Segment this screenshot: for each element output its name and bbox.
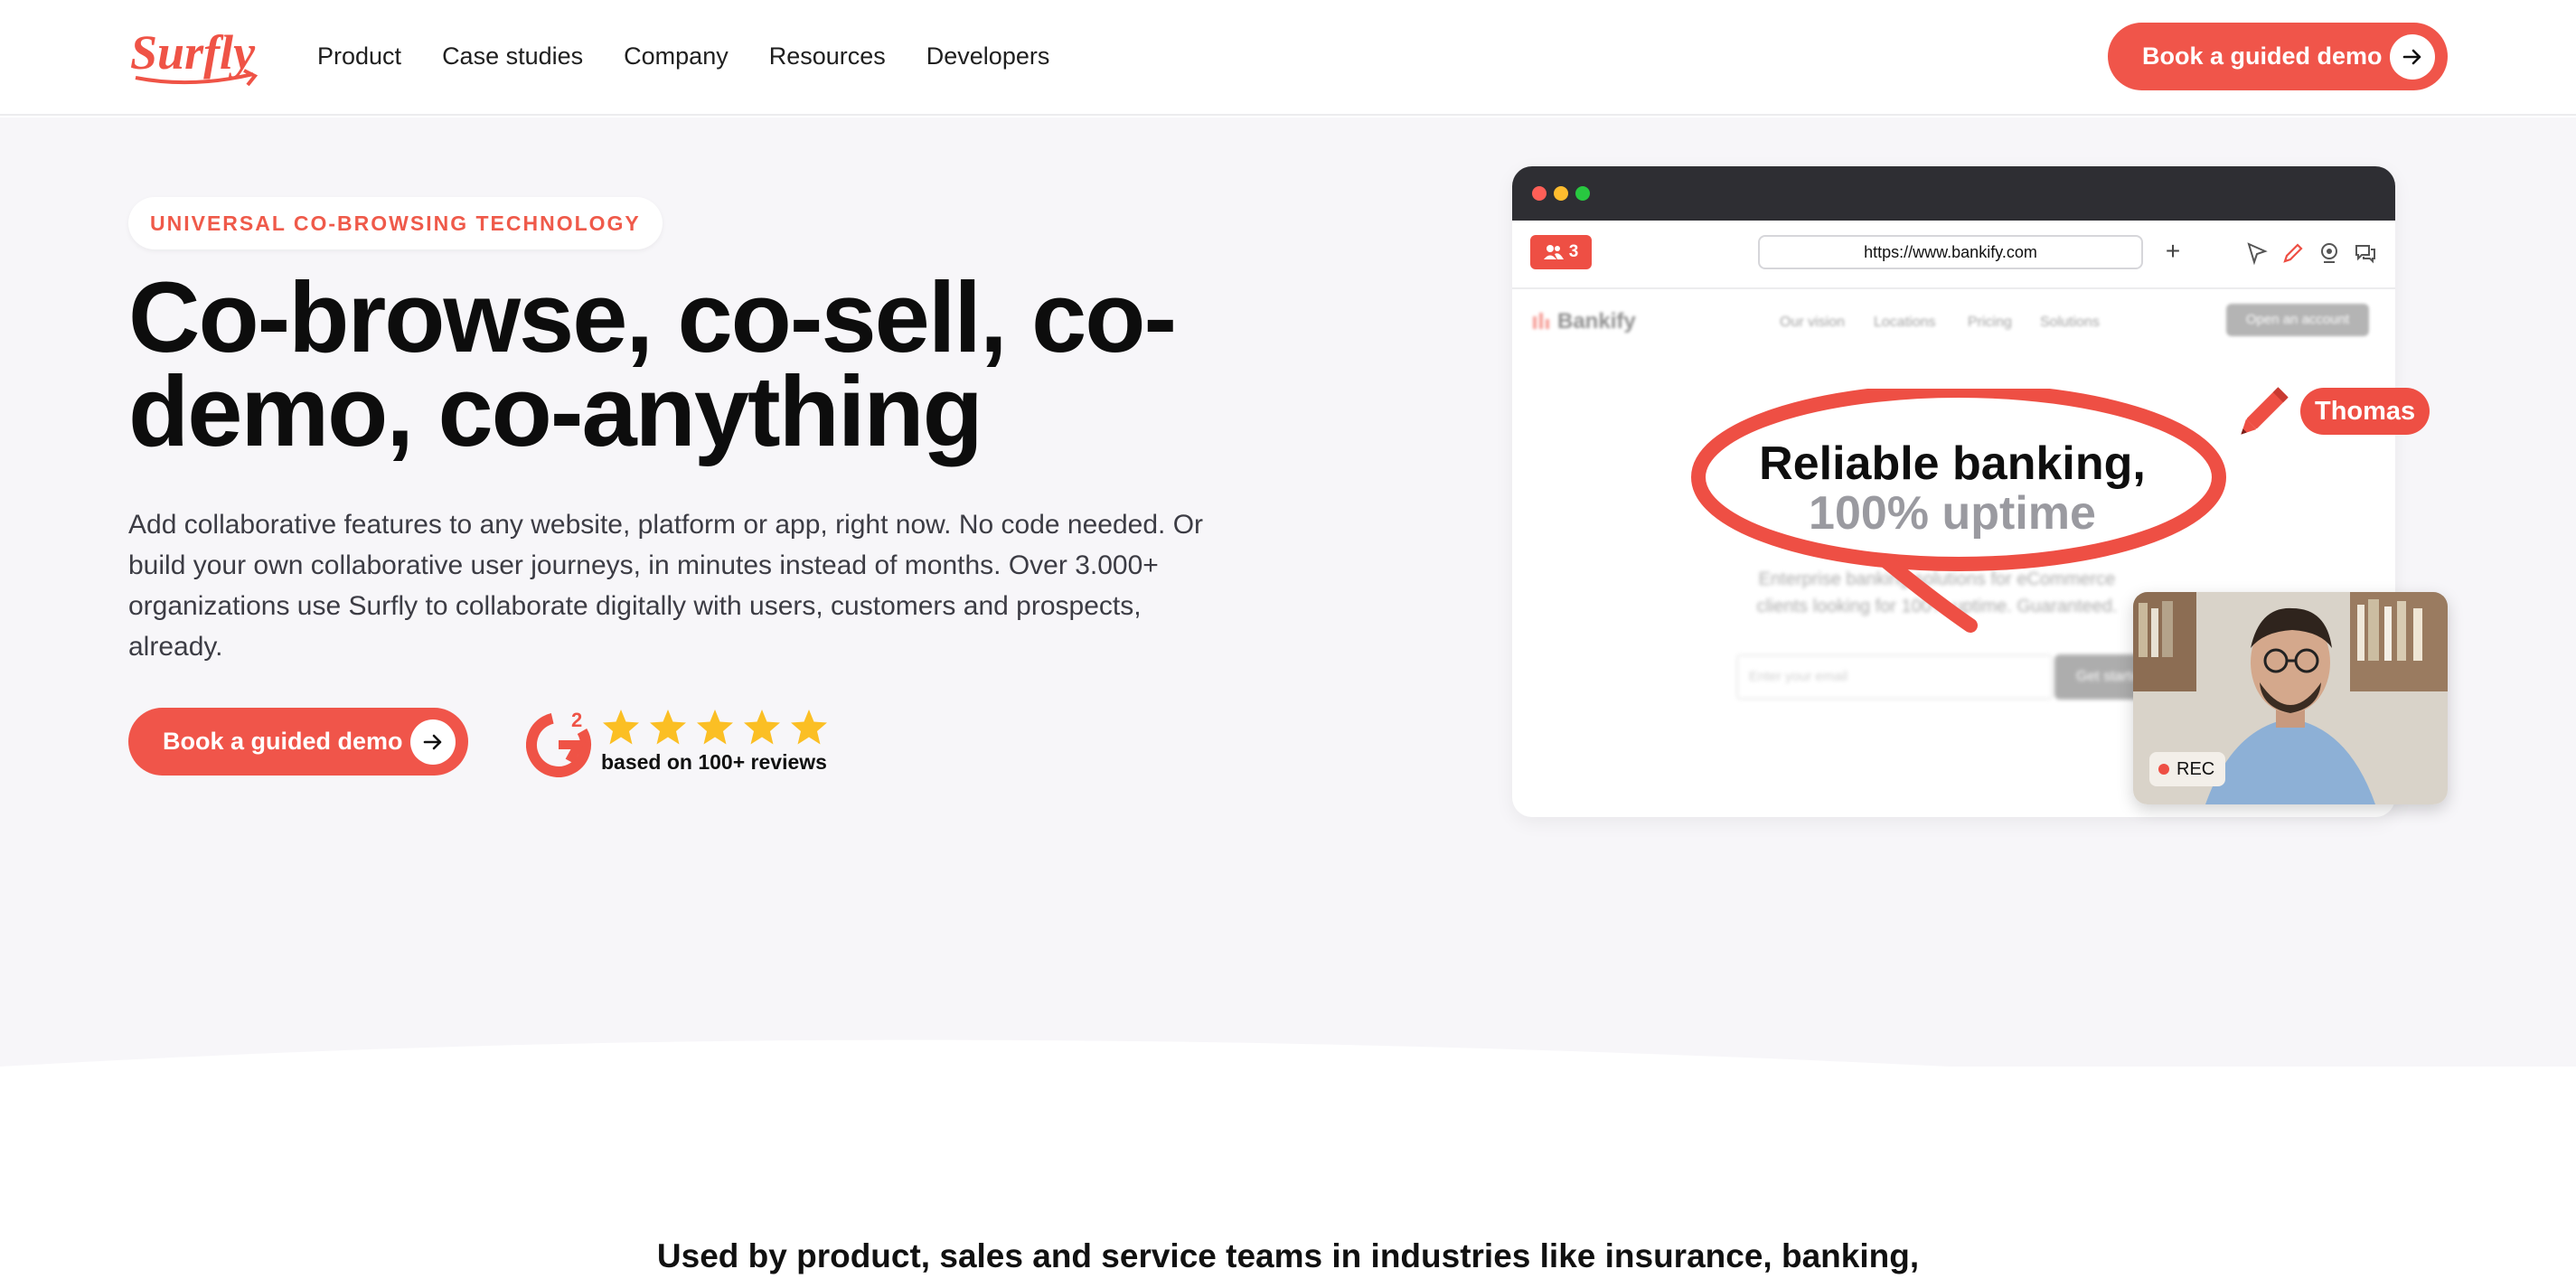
pointer-icon[interactable]	[2244, 240, 2270, 266]
surfly-logo[interactable]: Surfly	[128, 22, 264, 90]
star-icon	[697, 710, 733, 745]
reviews-count: based on 100+ reviews	[601, 750, 827, 774]
svg-text:Surfly: Surfly	[130, 25, 256, 80]
nav-case-studies[interactable]: Case studies	[442, 38, 583, 74]
hero-wave-divider	[0, 1039, 2576, 1148]
industries-heading: Used by product, sales and service teams…	[656, 1237, 1920, 1274]
recording-badge: REC	[2149, 752, 2226, 786]
draw-pencil-icon[interactable]	[2280, 240, 2306, 266]
site-nav-solutions: Solutions	[2040, 315, 2100, 330]
main-nav: Product Case studies Company Resources D…	[317, 38, 1090, 74]
nav-resources[interactable]: Resources	[769, 38, 886, 74]
rating-stars	[601, 708, 829, 747]
nav-developers[interactable]: Developers	[926, 38, 1050, 74]
pencil-cursor-icon	[2241, 387, 2289, 435]
site-headline: Reliable banking,	[1759, 437, 2146, 490]
recording-dot-icon	[2158, 764, 2169, 775]
maximize-dot-icon	[1575, 186, 1590, 201]
browser-titlebar	[1512, 166, 2395, 221]
arrow-right-icon	[2390, 34, 2435, 80]
site-headline-accent: 100% uptime	[1809, 487, 2096, 540]
star-icon	[603, 710, 639, 745]
site-nav-pricing: Pricing	[1968, 315, 2012, 330]
users-icon	[1543, 245, 1564, 259]
site-email-input: Enter your email	[1736, 654, 2053, 700]
top-nav: Surfly Product Case studies Company Reso…	[0, 0, 2576, 116]
bank-logo-icon	[1533, 313, 1549, 329]
minimize-dot-icon	[1554, 186, 1568, 201]
nav-company[interactable]: Company	[624, 38, 729, 74]
star-icon	[744, 710, 780, 745]
hero-book-demo-label: Book a guided demo	[163, 728, 403, 755]
new-tab-button[interactable]: +	[2159, 235, 2186, 269]
participants-badge[interactable]: 3	[1530, 235, 1592, 269]
hero-book-demo-button[interactable]: Book a guided demo	[128, 708, 468, 776]
site-brand: Bankify	[1557, 309, 1636, 334]
site-nav-locations: Locations	[1874, 315, 1936, 330]
participants-count: 3	[1568, 242, 1579, 261]
arrow-right-icon	[410, 719, 456, 765]
nav-book-demo-button[interactable]: Book a guided demo	[2108, 23, 2448, 90]
recording-label: REC	[2176, 759, 2215, 779]
site-nav-vision: Our vision	[1780, 315, 1846, 330]
close-dot-icon	[1532, 186, 1547, 201]
webcam-icon[interactable]	[2317, 240, 2342, 266]
nav-book-demo-label: Book a guided demo	[2142, 42, 2383, 70]
nav-product[interactable]: Product	[317, 38, 401, 74]
site-open-account-button: Open an account	[2226, 304, 2369, 336]
cursor-name-tag: Thomas	[2300, 388, 2430, 435]
svg-text:2: 2	[571, 709, 582, 731]
hero-headline: Co-browse, co-sell, co-demo, co-anything	[128, 262, 1177, 467]
g2-logo[interactable]: 2	[526, 705, 598, 777]
url-bar[interactable]: https://www.bankify.com	[1758, 235, 2143, 269]
star-icon	[650, 710, 686, 745]
eyebrow-badge: UNIVERSAL CO-BROWSING TECHNOLOGY	[128, 197, 663, 249]
hero-subtext: Add collaborative features to any websit…	[128, 510, 1204, 662]
chat-icon[interactable]	[2353, 240, 2378, 266]
site-nav-blurred: Bankify Our vision Locations Pricing Sol…	[1512, 291, 2395, 354]
star-icon	[791, 710, 827, 745]
